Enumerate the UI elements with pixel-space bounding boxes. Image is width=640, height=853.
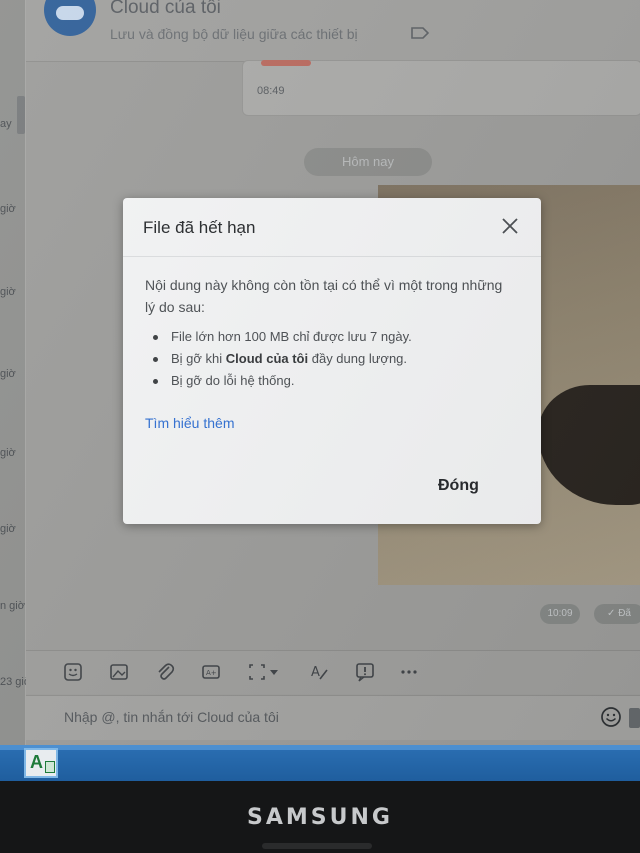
list-time: giờ	[0, 447, 16, 459]
file-expired-dialog: File đã hết hạn Nội dung này không còn t…	[123, 198, 541, 524]
cloud-icon	[56, 6, 84, 20]
dialog-divider	[123, 256, 541, 257]
reason-text: Bị gỡ do lỗi hệ thống.	[171, 373, 295, 388]
text-format-icon[interactable]: A	[308, 661, 330, 683]
emoji-icon[interactable]	[600, 706, 622, 728]
list-scrollbar[interactable]	[17, 96, 25, 134]
conversation-list-edge: ay giờ giờ giờ giờ giờ n giờ 23 giờ	[0, 0, 31, 745]
app-window: ay giờ giờ giờ giờ giờ n giờ 23 giờ Clou…	[0, 0, 640, 745]
image-icon[interactable]	[108, 661, 130, 683]
check-icon: ✓	[607, 608, 619, 619]
close-icon[interactable]	[499, 215, 521, 237]
screenshot-icon[interactable]	[246, 661, 282, 683]
list-time: ay	[0, 118, 12, 130]
monitor-bezel: SAMSUNG	[0, 781, 640, 853]
app-doc-icon	[45, 761, 55, 773]
date-divider: Hôm nay	[304, 148, 432, 176]
photo-time: 10:09	[540, 604, 580, 624]
sent-status: ✓ Đã	[594, 604, 640, 624]
taskbar-app-icon[interactable]: A	[24, 748, 58, 778]
send-button[interactable]	[629, 708, 640, 728]
message-time: 08:49	[257, 85, 285, 97]
card-icon[interactable]: A+	[200, 661, 222, 683]
photo-content	[538, 385, 640, 505]
chat-title: Cloud của tôi	[110, 0, 221, 18]
list-time: giờ	[0, 523, 16, 535]
svg-text:A: A	[311, 665, 320, 680]
sent-status-label: Đã	[618, 608, 631, 619]
cloud-avatar[interactable]	[44, 0, 96, 36]
monitor-base	[262, 843, 372, 849]
attachment-icon[interactable]	[154, 661, 176, 683]
dialog-title: File đã hết hạn	[143, 218, 256, 237]
close-button[interactable]: Đóng	[438, 477, 479, 495]
message-input[interactable]: Nhập @, tin nhắn tới Cloud của tôi	[64, 709, 279, 725]
list-time: giờ	[0, 286, 16, 298]
taskbar-strip	[0, 745, 640, 750]
reason-text: File lớn hơn 100 MB chỉ được lưu 7 ngày.	[171, 329, 412, 344]
list-time: giờ	[0, 203, 16, 215]
reason-text: Bị gỡ khi	[171, 351, 226, 366]
important-message-icon[interactable]	[354, 661, 376, 683]
reason-bold-text: Cloud của tôi	[225, 351, 309, 366]
reason-item: File lớn hơn 100 MB chỉ được lưu 7 ngày.	[145, 326, 515, 348]
reason-item: Bị gỡ khi Cloud của tôi đầy dung lượng.	[145, 348, 515, 370]
dialog-body: Nội dung này không còn tồn tại có thể vì…	[145, 274, 515, 392]
message-accent-bar	[261, 60, 311, 66]
message-bubble[interactable]: 08:49	[242, 60, 640, 116]
dialog-intro: Nội dung này không còn tồn tại có thể vì…	[145, 277, 503, 315]
sticker-icon[interactable]	[62, 661, 84, 683]
reason-text: đầy dung lượng.	[308, 351, 408, 366]
taskbar: A	[0, 745, 640, 781]
tag-icon[interactable]	[410, 26, 430, 40]
app-letter-icon: A	[30, 752, 43, 772]
svg-text:A+: A+	[206, 669, 217, 677]
composer-toolbar: A+ A	[26, 650, 640, 694]
monitor-brand-logo: SAMSUNG	[247, 805, 393, 830]
chat-subtitle: Lưu và đồng bộ dữ liệu giữa các thiết bị	[110, 26, 358, 42]
learn-more-link[interactable]: Tìm hiểu thêm	[145, 415, 234, 431]
reason-list: File lớn hơn 100 MB chỉ được lưu 7 ngày.…	[145, 326, 515, 392]
list-time: giờ	[0, 368, 16, 380]
chat-header: Cloud của tôi Lưu và đồng bộ dữ liệu giữ…	[26, 0, 640, 62]
message-composer[interactable]: Nhập @, tin nhắn tới Cloud của tôi	[26, 695, 640, 740]
reason-item: Bị gỡ do lỗi hệ thống.	[145, 370, 515, 392]
more-options-icon[interactable]	[398, 661, 420, 683]
list-time: n giờ	[0, 600, 25, 612]
